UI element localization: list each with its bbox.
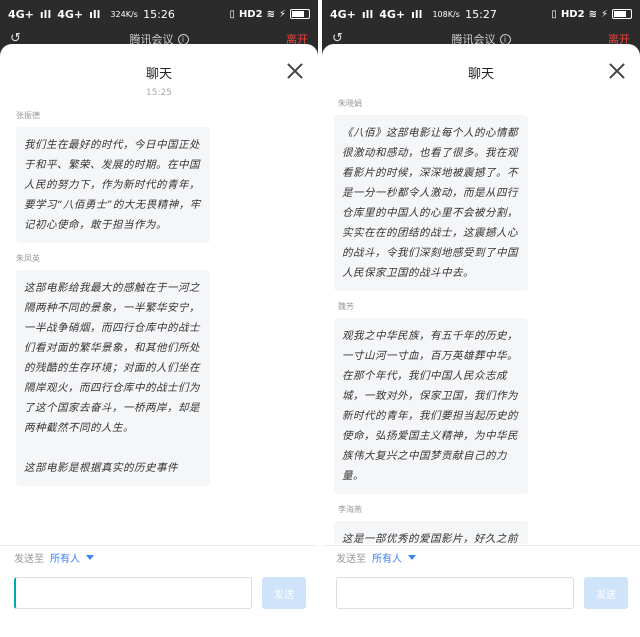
sender-name: 朱凤英 bbox=[16, 254, 40, 263]
message-bubble: 我们生在最好的时代，今日中国正处于和平、繁荣、发展的时期。在中国人民的努力下，作… bbox=[16, 127, 210, 243]
send-button[interactable]: 发送 bbox=[262, 577, 306, 609]
hd-indicator: HD2 bbox=[560, 8, 585, 20]
status-icons: ▯ HD2 ≋ ⚡ bbox=[551, 9, 632, 20]
charging-icon: ⚡ bbox=[278, 8, 286, 20]
vibrate-icon: ▯ bbox=[551, 8, 557, 20]
network-speed: 108K/s bbox=[432, 9, 460, 19]
chat-message: 李海燕 这是一部优秀的爱国影片，好久之前就听说过，可一直没上映。听说是因为政治因… bbox=[332, 504, 630, 544]
left-phone-screen: 4G+ ıll 4G+ ıll 324K/s 15:26 ▯ HD2 ≋ ⚡ ↺… bbox=[0, 0, 318, 637]
message-text: 这部电影给我最大的感触在于一河之隔两种不同的景象，一半繁华安宁，一半战争硝烟，而… bbox=[24, 282, 200, 434]
carrier-1: 4G+ bbox=[8, 7, 34, 21]
sender-name: 朱晓娟 bbox=[338, 99, 362, 108]
send-button[interactable]: 发送 bbox=[584, 577, 628, 609]
message-timestamp: 15:25 bbox=[146, 88, 172, 98]
status-icons: ▯ HD2 ≋ ⚡ bbox=[229, 9, 310, 20]
send-to-target[interactable]: 所有人 bbox=[50, 550, 80, 565]
input-row: 发送 bbox=[0, 569, 318, 609]
chat-message: 张振德 我们生在最好的时代，今日中国正处于和平、繁荣、发展的时期。在中国人民的努… bbox=[10, 110, 308, 243]
send-to-target[interactable]: 所有人 bbox=[372, 550, 402, 565]
send-to-label: 发送至 bbox=[14, 554, 44, 565]
close-icon[interactable] bbox=[608, 62, 626, 80]
hd-indicator: HD2 bbox=[238, 8, 263, 20]
battery-icon bbox=[612, 9, 632, 19]
right-phone-screen: 4G+ ıll 4G+ ıll 108K/s 15:27 ▯ HD2 ≋ ⚡ ↺… bbox=[322, 0, 640, 637]
send-to-selector[interactable]: 发送至 所有人 bbox=[322, 546, 640, 569]
info-icon[interactable]: i bbox=[177, 33, 189, 45]
charging-icon: ⚡ bbox=[600, 8, 608, 20]
send-to-label: 发送至 bbox=[336, 554, 366, 565]
close-icon[interactable] bbox=[286, 62, 304, 80]
send-to-selector[interactable]: 发送至 所有人 bbox=[0, 546, 318, 569]
chat-message: 魏芳 观我之中华民族，有五千年的历史，一寸山河一寸血，百万英雄葬中华。在那个年代… bbox=[332, 301, 630, 494]
chat-sheet: 聊天 15:25 张振德 我们生在最好的时代，今日中国正处于和平、繁荣、发展的时… bbox=[0, 44, 318, 637]
signal-bars-icon: ıll bbox=[411, 7, 423, 21]
message-text: 这部电影是根据真实的历史事件 bbox=[24, 462, 178, 474]
message-list[interactable]: 15:25 张振德 我们生在最好的时代，今日中国正处于和平、繁荣、发展的时期。在… bbox=[0, 88, 318, 544]
signal-group: 4G+ ıll 4G+ ıll 324K/s bbox=[8, 8, 138, 21]
battery-icon bbox=[290, 9, 310, 19]
chat-footer: 发送至 所有人 发送 bbox=[322, 545, 640, 637]
wifi-icon: ≋ bbox=[588, 8, 597, 20]
chevron-down-icon[interactable] bbox=[408, 555, 416, 560]
message-bubble: 这部电影给我最大的感触在于一河之隔两种不同的景象，一半繁华安宁，一半战争硝烟，而… bbox=[16, 270, 210, 486]
chat-message: 朱凤英 这部电影给我最大的感触在于一河之隔两种不同的景象，一半繁华安宁，一半战争… bbox=[10, 253, 308, 486]
chevron-down-icon[interactable] bbox=[86, 555, 94, 560]
clock: 15:26 bbox=[143, 7, 175, 21]
message-list[interactable]: 朱晓娟 《八佰》这部电影让每个人的心情都很激动和感动，也看了很多。我在观看影片的… bbox=[322, 88, 640, 544]
signal-bars-icon: ıll bbox=[361, 7, 374, 21]
message-bubble: 《八佰》这部电影让每个人的心情都很激动和感动，也看了很多。我在观看影片的时候，深… bbox=[334, 115, 528, 291]
clock: 15:27 bbox=[465, 7, 497, 21]
input-row: 发送 bbox=[322, 569, 640, 609]
message-bubble: 观我之中华民族，有五千年的历史，一寸山河一寸血，百万英雄葬中华。在那个年代，我们… bbox=[334, 318, 528, 494]
sender-name: 魏芳 bbox=[338, 302, 354, 311]
status-bar: 4G+ ıll 4G+ ıll 108K/s 15:27 ▯ HD2 ≋ ⚡ bbox=[322, 0, 640, 28]
chat-title: 聊天 bbox=[467, 66, 494, 82]
chat-sheet: 聊天 朱晓娟 《八佰》这部电影让每个人的心情都很激动和感动，也看了很多。我在观看… bbox=[322, 44, 640, 637]
info-icon[interactable]: i bbox=[499, 33, 511, 45]
message-bubble: 这是一部优秀的爱国影片，好久之前就听说过，可一直没上映。听说是因为政治因素。因为… bbox=[334, 521, 528, 544]
carrier-2: 4G+ bbox=[379, 7, 406, 21]
message-input[interactable] bbox=[14, 577, 252, 609]
sender-name: 李海燕 bbox=[338, 505, 362, 514]
signal-bars-icon: ıll bbox=[89, 7, 101, 21]
signal-group: 4G+ ıll 4G+ ıll 108K/s bbox=[330, 8, 460, 21]
chat-message: 朱晓娟 《八佰》这部电影让每个人的心情都很激动和感动，也看了很多。我在观看影片的… bbox=[332, 98, 630, 291]
message-input[interactable] bbox=[336, 577, 574, 609]
sender-name: 张振德 bbox=[16, 111, 40, 120]
status-bar: 4G+ ıll 4G+ ıll 324K/s 15:26 ▯ HD2 ≋ ⚡ bbox=[0, 0, 318, 28]
vibrate-icon: ▯ bbox=[229, 8, 235, 20]
carrier-2: 4G+ bbox=[57, 7, 84, 21]
wifi-icon: ≋ bbox=[266, 8, 275, 20]
chat-footer: 发送至 所有人 发送 bbox=[0, 545, 318, 637]
signal-bars-icon: ıll bbox=[39, 7, 52, 21]
network-speed: 324K/s bbox=[110, 9, 138, 19]
carrier-1: 4G+ bbox=[330, 7, 356, 21]
chat-title: 聊天 bbox=[145, 66, 172, 82]
